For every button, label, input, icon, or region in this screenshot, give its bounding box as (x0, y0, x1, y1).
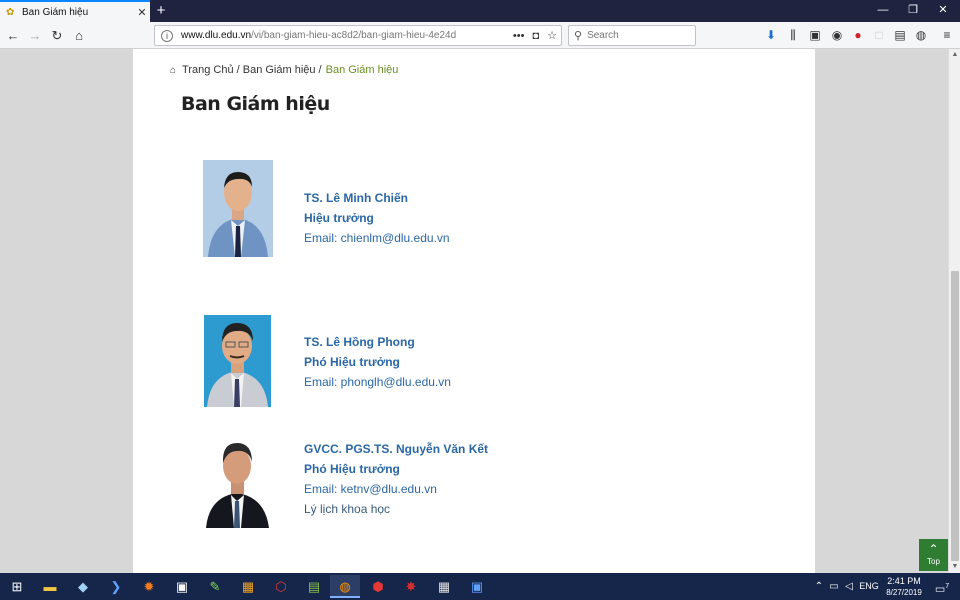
account-icon[interactable]: ◉ (828, 22, 846, 49)
home-icon[interactable]: ⌂ (68, 22, 90, 49)
member-photo (204, 315, 271, 407)
site-favicon-icon: ✿ (6, 6, 15, 18)
clock-time: 2:41 PM (887, 576, 921, 586)
scroll-up-icon[interactable]: ▲ (949, 49, 960, 61)
search-bar[interactable]: ⚲ (568, 25, 696, 46)
navigation-bar: ← → ↻ ⌂ i www.dlu.edu.vn /vi/ban-giam-hi… (0, 22, 960, 49)
page-viewport: ⌂ Trang Chủ / Ban Giám hiệu / Ban Giám h… (0, 49, 948, 573)
network-icon[interactable]: ▭ (827, 573, 841, 600)
member-email[interactable]: Email: ketnv@dlu.edu.vn (304, 479, 488, 499)
powershell-icon[interactable]: ❯ (101, 575, 131, 598)
reload-icon[interactable]: ↻ (46, 22, 68, 49)
forward-arrow-icon[interactable]: → (24, 22, 46, 49)
back-to-top-label: Top (927, 557, 940, 566)
home-icon[interactable]: ⌂ (170, 65, 176, 76)
back-arrow-icon[interactable]: ← (2, 22, 24, 49)
app-icon-window[interactable]: ▣ (167, 575, 197, 598)
minimize-button[interactable]: — (868, 0, 898, 22)
close-window-button[interactable]: ✕ (928, 0, 958, 22)
member-name[interactable]: GVCC. PGS.TS. Nguyễn Văn Kết (304, 439, 488, 459)
scrollbar-thumb[interactable] (951, 271, 959, 561)
page-scrollbar[interactable]: ▲ ▼ (948, 49, 960, 573)
member-email[interactable]: Email: phonglh@dlu.edu.vn (304, 372, 451, 392)
screenshot-icon[interactable]: ▤ (891, 22, 909, 49)
notifications-icon[interactable]: ▭7 (930, 573, 954, 600)
member-name[interactable]: TS. Lê Hồng Phong (304, 332, 451, 352)
url-path: /vi/ban-giam-hieu-ac8d2/ban-giam-hieu-4e… (251, 30, 457, 41)
member-photo (203, 160, 273, 257)
app-icon-sheet[interactable]: ▤ (299, 575, 329, 598)
tab-bar: ✿ Ban Giám hiệu ✕ + — ❐ ✕ (0, 0, 960, 22)
extension-icon[interactable]: □ (870, 22, 888, 49)
acrobat-icon[interactable]: ⬢ (363, 575, 393, 598)
app-icon-orange[interactable]: ✹ (134, 575, 164, 598)
page-title: Ban Giám hiệu (181, 93, 330, 115)
chevron-up-icon: ⌃ (928, 542, 939, 556)
downloads-icon[interactable]: ⬇ (762, 22, 780, 49)
app-icon-media[interactable]: ▦ (233, 575, 263, 598)
member-name[interactable]: TS. Lê Minh Chiến (304, 188, 450, 208)
windows-taskbar: ⊞ ▬ ◆ ❯ ✹ ▣ ✎ ▦ ⬡ ▤ ◍ ⬢ ✸ ▦ ▣ ⌃ ▭ ◁ ENG … (0, 573, 960, 600)
clock-date: 8/27/2019 (886, 588, 922, 597)
breadcrumb: ⌂ Trang Chủ / Ban Giám hiệu / Ban Giám h… (170, 64, 398, 76)
calculator-icon[interactable]: ▦ (429, 575, 459, 598)
library-icon[interactable]: ⫼ (784, 22, 802, 49)
pocket-icon[interactable]: ◘ (532, 30, 539, 42)
member-email[interactable]: Email: chienlm@dlu.edu.vn (304, 228, 450, 248)
member-photo (204, 437, 271, 528)
back-to-top-button[interactable]: ⌃ Top (919, 539, 948, 571)
url-host: www.dlu.edu.vn (181, 30, 252, 41)
pdf-reader-icon[interactable]: ⬡ (266, 575, 296, 598)
language-indicator[interactable]: ENG (858, 573, 880, 600)
menu-icon[interactable]: ≡ (938, 22, 956, 49)
tab-ban-giam-hieu[interactable]: ✿ Ban Giám hiệu ✕ (0, 0, 150, 22)
app-icon-notes[interactable]: ◆ (68, 575, 98, 598)
adblock-icon[interactable]: ● (849, 22, 867, 49)
restore-button[interactable]: ❐ (898, 0, 928, 22)
cv-link[interactable]: Lý lịch khoa học (304, 499, 488, 519)
scroll-down-icon[interactable]: ▼ (949, 561, 960, 573)
firefox-icon[interactable]: ◍ (330, 575, 360, 598)
sidebar-icon[interactable]: ▣ (806, 22, 824, 49)
page-actions-icon[interactable]: ••• (513, 30, 525, 42)
member-role: Hiệu trưởng (304, 211, 374, 225)
volume-icon[interactable]: ◁ (842, 573, 856, 600)
content-page: ⌂ Trang Chủ / Ban Giám hiệu / Ban Giám h… (133, 49, 815, 573)
breadcrumb-home[interactable]: Trang Chủ / (182, 64, 240, 76)
site-info-icon[interactable]: i (161, 29, 173, 42)
member-role: Phó Hiệu trưởng (304, 462, 400, 476)
file-explorer-icon[interactable]: ▬ (35, 575, 65, 598)
system-clock[interactable]: 2:41 PM 8/27/2019 (880, 576, 928, 598)
url-bar[interactable]: i www.dlu.edu.vn /vi/ban-giam-hieu-ac8d2… (154, 25, 562, 46)
tab-close-icon[interactable]: ✕ (134, 6, 150, 19)
tray-expand-icon[interactable]: ⌃ (812, 573, 826, 600)
breadcrumb-current: Ban Giám hiệu (325, 64, 399, 76)
search-input[interactable] (587, 30, 688, 41)
breadcrumb-section[interactable]: Ban Giám hiệu / (243, 64, 322, 76)
app-icon-green[interactable]: ✎ (200, 575, 230, 598)
new-tab-button[interactable]: + (152, 0, 170, 22)
search-icon: ⚲ (574, 30, 583, 42)
notification-count: 7 (945, 583, 950, 590)
bookmark-star-icon[interactable]: ☆ (547, 29, 557, 42)
member-role: Phó Hiệu trưởng (304, 355, 400, 369)
app-icon-red[interactable]: ✸ (396, 575, 426, 598)
tab-title: Ban Giám hiệu (22, 6, 89, 18)
windows-start-icon[interactable]: ⊞ (2, 575, 32, 598)
app-icon-blue[interactable]: ▣ (462, 575, 492, 598)
container-icon[interactable]: ◍ (912, 22, 930, 49)
